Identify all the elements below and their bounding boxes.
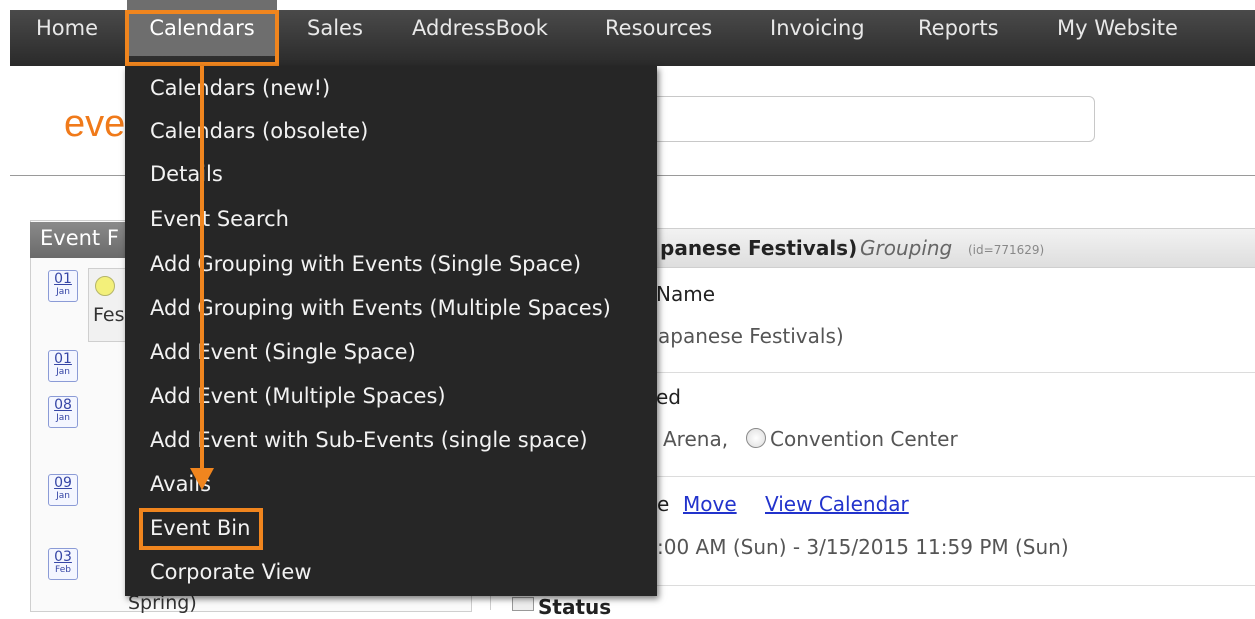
event-item-label: Fes [93, 304, 125, 326]
view-calendar-link[interactable]: View Calendar [765, 492, 909, 516]
highlight-event-bin [139, 508, 263, 550]
menu-item-calendars-obsolete[interactable]: Calendars (obsolete) [150, 119, 368, 143]
event-id: (id=771629) [968, 243, 1045, 257]
spaces-label: ed [656, 385, 681, 409]
radio-icon[interactable] [746, 428, 766, 448]
status-checkbox[interactable] [512, 597, 534, 611]
space-convention-center: Convention Center [770, 427, 958, 451]
nav-sales[interactable]: Sales [307, 0, 363, 56]
nav-invoicing[interactable]: Invoicing [770, 0, 865, 56]
menu-item-calendars-new[interactable]: Calendars (new!) [150, 76, 330, 100]
nav-reports[interactable]: Reports [918, 0, 999, 56]
menu-item-details[interactable]: Details [150, 162, 223, 186]
date-day: 01 [54, 351, 72, 367]
menu-item-event-search[interactable]: Event Search [150, 207, 289, 231]
annotation-arrow-head-icon [190, 468, 214, 490]
logo: eve [64, 103, 126, 145]
nav-home[interactable]: Home [36, 0, 98, 56]
date-month: Jan [56, 287, 70, 297]
date-range: :00 AM (Sun) - 3/15/2015 11:59 PM (Sun) [657, 535, 1069, 559]
date-badge[interactable]: 01 Jan [48, 270, 78, 302]
header-separator: : [835, 236, 842, 260]
search-input[interactable] [648, 96, 1095, 142]
event-list-title: Event F [40, 226, 119, 250]
date-month: Jan [56, 367, 70, 377]
highlight-calendars [125, 10, 279, 66]
status-label: Status [538, 595, 612, 619]
date-day: 03 [54, 549, 72, 565]
date-badge[interactable]: 08 Jan [48, 396, 78, 428]
date-day: 08 [54, 397, 72, 413]
date-day: 09 [54, 475, 72, 491]
menu-item-add-grouping-single[interactable]: Add Grouping with Events (Single Space) [150, 252, 581, 276]
move-link[interactable]: Move [683, 492, 737, 516]
date-month: Jan [56, 491, 70, 501]
date-badge[interactable]: 09 Jan [48, 474, 78, 506]
nav-my-website[interactable]: My Website [1057, 0, 1178, 56]
nav-resources[interactable]: Resources [605, 0, 712, 56]
space-arena: Arena, [663, 427, 729, 451]
date-month: Feb [55, 565, 71, 575]
date-label: e [657, 492, 670, 516]
annotation-arrow-line [200, 66, 204, 484]
menu-item-add-event-single[interactable]: Add Event (Single Space) [150, 340, 416, 364]
menu-item-corporate-view[interactable]: Corporate View [150, 560, 312, 584]
date-month: Jan [56, 413, 70, 423]
date-badge[interactable]: 03 Feb [48, 548, 78, 580]
status-dot-icon [95, 276, 115, 296]
name-label: Name [656, 282, 716, 306]
event-title: panese Festivals) [660, 236, 858, 260]
menu-item-add-event-sub-events[interactable]: Add Event with Sub-Events (single space) [150, 428, 588, 452]
event-type: Grouping [860, 236, 953, 260]
date-badge[interactable]: 01 Jan [48, 350, 78, 382]
date-day: 01 [54, 271, 72, 287]
nav-addressbook[interactable]: AddressBook [412, 0, 548, 56]
menu-item-add-grouping-multiple[interactable]: Add Grouping with Events (Multiple Space… [150, 296, 611, 320]
name-value: apanese Festivals) [658, 324, 844, 348]
menu-item-add-event-multiple[interactable]: Add Event (Multiple Spaces) [150, 384, 446, 408]
